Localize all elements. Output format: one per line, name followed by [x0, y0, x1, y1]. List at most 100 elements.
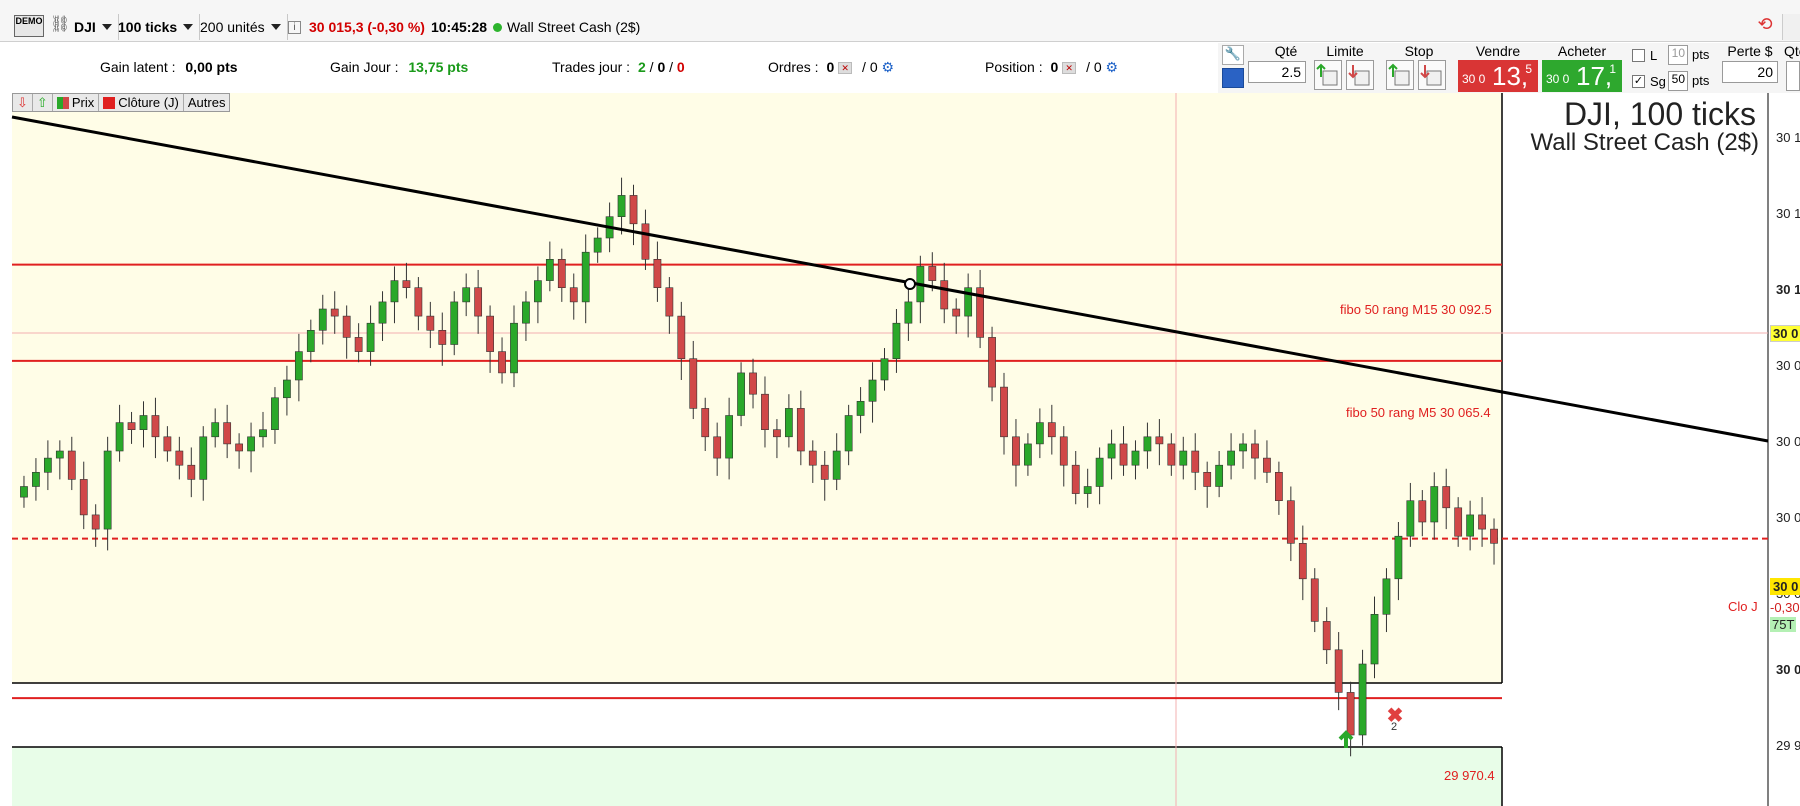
candle-body	[880, 358, 889, 381]
legend-cloture-label: Clôture (J)	[118, 95, 179, 110]
chart-subtitle: Wall Street Cash (2$)	[1530, 129, 1759, 156]
candle-body	[163, 436, 172, 452]
window-edge	[1782, 14, 1800, 40]
buy-button[interactable]: 30 0 17, 1	[1542, 60, 1622, 92]
chevron-down-icon	[101, 24, 112, 30]
candle-body	[1263, 457, 1271, 473]
stats-bar: Gain latent : 0,00 pts Gain Jour : 13,75…	[0, 43, 1220, 93]
qte-stepper[interactable]	[1786, 61, 1800, 91]
candle-body	[784, 408, 793, 438]
price-chart[interactable]: ✖	[0, 93, 1800, 806]
candle-body	[199, 436, 208, 480]
wrench-icon[interactable]: 🔧	[1222, 45, 1244, 65]
candle-body	[151, 415, 160, 438]
link-icon[interactable]: ⛓	[50, 14, 70, 38]
sell-limit-button[interactable]	[1346, 60, 1374, 90]
legend-cloture[interactable]: Clôture (J)	[99, 94, 184, 111]
legend-prix[interactable]: Prix	[53, 94, 100, 111]
refresh-icon[interactable]: ⟲	[1752, 14, 1778, 40]
candle-body	[629, 195, 638, 225]
candle-body	[414, 287, 423, 317]
gear-icon[interactable]: ⚙	[1106, 59, 1119, 75]
position-total: / 0	[1086, 59, 1102, 75]
acheter-label: Acheter	[1557, 43, 1607, 59]
candle-body	[486, 315, 494, 352]
candle-body	[1370, 613, 1379, 665]
axis-tick: 30 0	[1776, 662, 1800, 677]
candle-body	[283, 379, 291, 399]
pts-label: pts	[1692, 73, 1710, 88]
legend-autres[interactable]: Autres	[184, 94, 230, 111]
sell-stop-button[interactable]	[1418, 60, 1446, 90]
candle-body	[127, 422, 136, 431]
demo-icon[interactable]: DEMO	[14, 15, 44, 37]
candle-body	[43, 457, 52, 473]
demo-label: DEMO	[15, 16, 43, 26]
fibo-m5-label: fibo 50 rang M5 30 065.4	[1346, 405, 1491, 420]
candle-body	[641, 223, 650, 260]
candle-body	[1012, 436, 1020, 466]
close-position-icon[interactable]: ✕	[1062, 62, 1077, 75]
candle-body	[1334, 649, 1343, 693]
axis-tick: 30 1	[1776, 130, 1800, 145]
candle-body	[1059, 436, 1068, 466]
candle-body	[844, 415, 853, 452]
limit-points-input[interactable]: 10	[1668, 45, 1688, 65]
candle-body	[1155, 436, 1164, 445]
trend-line-anchor[interactable]	[904, 278, 916, 290]
candle-body	[354, 337, 363, 352]
trades-won: 2	[637, 59, 646, 75]
gain-latent: Gain latent : 0,00 pts	[100, 59, 238, 75]
candle-body	[330, 308, 339, 317]
units-selector[interactable]: 200 unités	[194, 14, 288, 40]
candle-body	[856, 400, 865, 416]
candle-body	[438, 329, 447, 345]
candle-body	[868, 379, 877, 402]
buy-price-frac: 1	[1609, 62, 1616, 76]
perte-input[interactable]: 20	[1722, 61, 1778, 83]
sell-button[interactable]: 30 0 13, 5	[1458, 60, 1538, 92]
stop-points-input[interactable]: 50	[1668, 71, 1688, 91]
legend-prix-label: Prix	[71, 95, 95, 110]
candle-body	[32, 471, 40, 487]
level-low-label: 29 970.4	[1444, 768, 1495, 783]
keyboard-icon[interactable]	[1222, 68, 1244, 88]
candle-body	[1107, 443, 1116, 459]
limit-checkbox-label: L	[1650, 48, 1658, 63]
quote-info: i 30 015,3 (-0,30 %) 10:45:28 Wall Stree…	[282, 14, 646, 40]
qty-input[interactable]: 2.5	[1248, 61, 1306, 83]
stop-guaranteed-checkbox[interactable]: ✓	[1632, 75, 1645, 88]
candle-body	[1143, 436, 1152, 452]
candle-body	[1310, 578, 1319, 622]
candle-body	[677, 315, 686, 360]
candle-body	[665, 287, 674, 317]
period-selector[interactable]: 100 ticks	[112, 14, 201, 40]
arrow-down-icon[interactable]: ⇩	[13, 94, 33, 111]
candle-body	[1346, 692, 1355, 736]
candle-body	[737, 372, 745, 416]
gear-icon[interactable]: ⚙	[882, 59, 895, 75]
limit-checkbox[interactable]	[1632, 49, 1645, 62]
trades-neutral: 0	[657, 59, 666, 75]
candle-body	[617, 195, 626, 217]
candle-body	[378, 301, 387, 324]
candle-body	[1095, 457, 1104, 487]
buy-stop-button[interactable]	[1386, 60, 1414, 90]
candle-body	[318, 308, 327, 331]
candle-body	[175, 450, 184, 466]
candle-body	[1071, 464, 1080, 494]
arrow-up-icon[interactable]: ⇧	[33, 94, 53, 111]
buy-limit-button[interactable]	[1314, 60, 1342, 90]
chevron-down-icon	[183, 24, 194, 30]
candle-body	[557, 258, 566, 288]
instrument-label: DJI	[74, 19, 96, 35]
prix-swatch-icon	[56, 96, 69, 109]
market-name: Wall Street Cash (2$)	[507, 19, 641, 35]
candle-body	[534, 280, 542, 303]
units-label: 200 unités	[200, 19, 265, 35]
candle-body	[247, 436, 255, 452]
gain-latent-label: Gain latent :	[100, 59, 176, 75]
cancel-orders-icon[interactable]: ✕	[838, 62, 853, 75]
candle-body	[820, 464, 829, 480]
info-icon[interactable]: i	[288, 20, 301, 34]
